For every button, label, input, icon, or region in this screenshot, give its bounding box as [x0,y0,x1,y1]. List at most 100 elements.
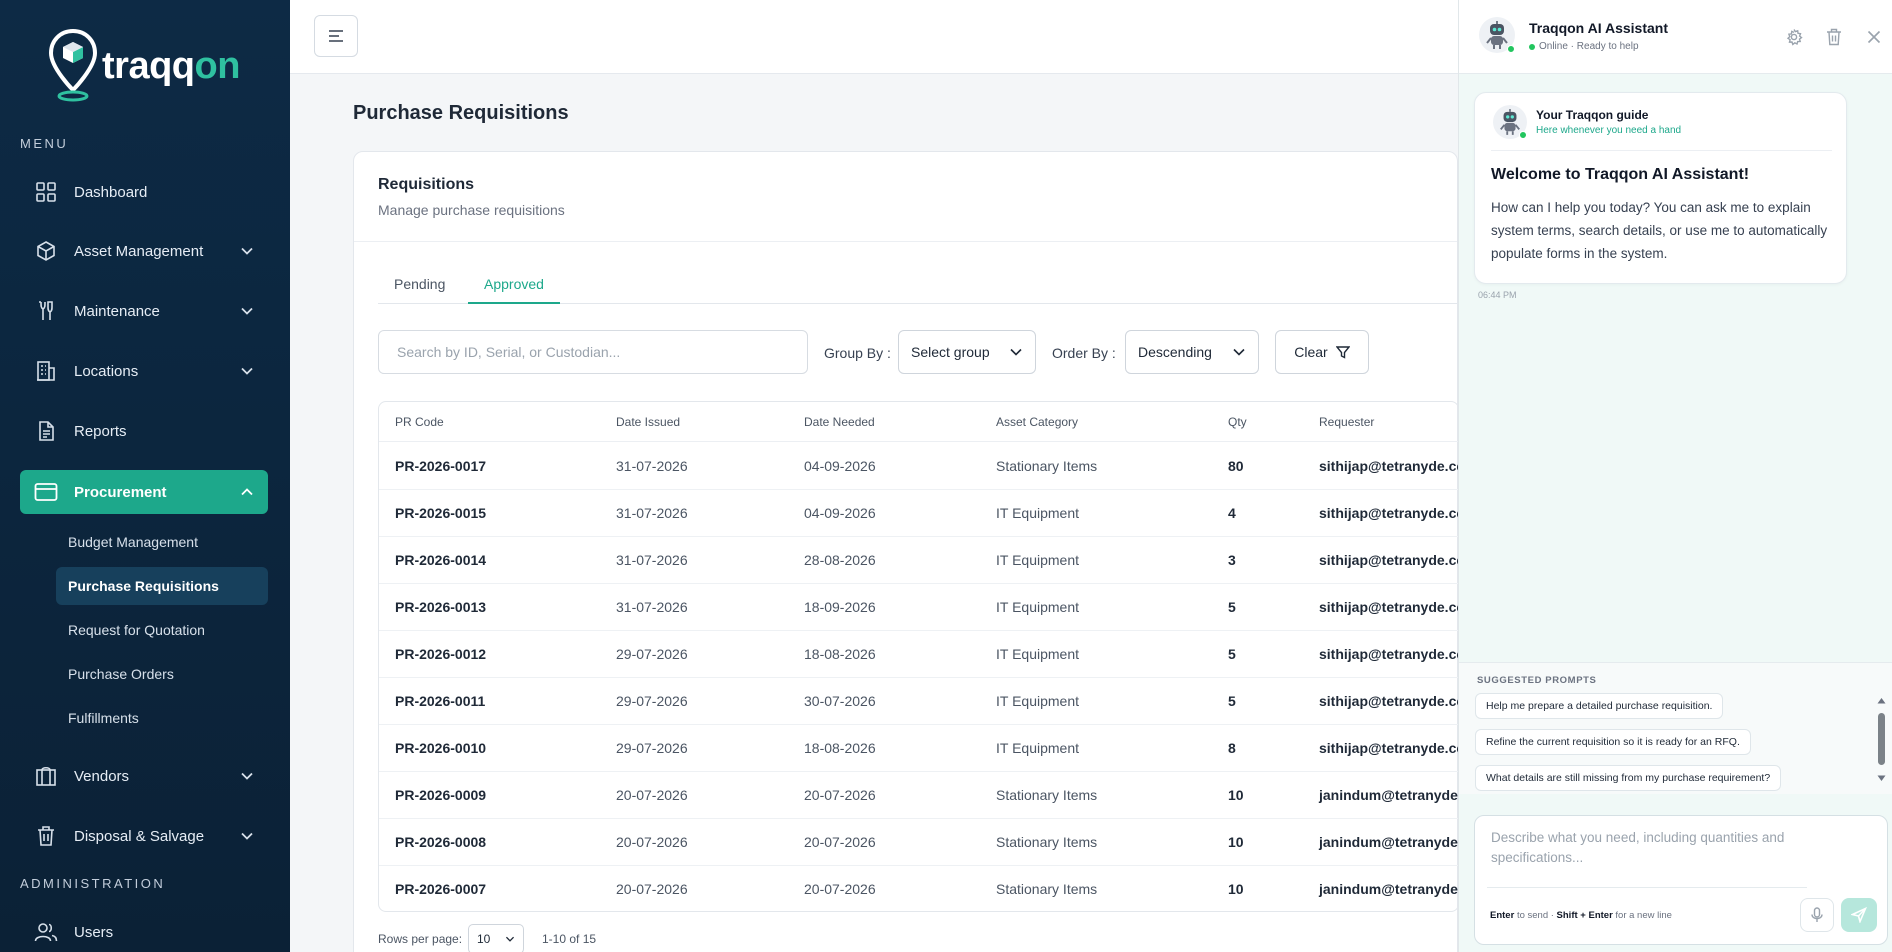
assistant-header: Traqqon AI Assistant Online · Ready to h… [1459,0,1892,74]
order-by-select[interactable]: Descending [1125,330,1259,374]
requester-cell: sithijap@tetranyde.com [1319,505,1458,521]
page-title: Purchase Requisitions [353,102,569,124]
date-issued-cell: 31-07-2026 [616,552,688,568]
brand-logo[interactable]: traqqon [48,28,240,104]
pr-code-cell: PR-2026-0013 [395,599,487,615]
tab-approved[interactable]: Approved [468,272,560,304]
pr-code-cell: PR-2026-0015 [395,505,487,521]
assistant-settings-button[interactable] [1783,26,1805,48]
scroll-up-icon[interactable] [1877,697,1886,704]
sidebar-item-procurement[interactable]: Procurement [20,470,268,514]
chat-composer: Enter to send · Shift + Enter for a new … [1474,815,1888,945]
sidebar-item-vendors[interactable]: Vendors [20,754,268,798]
table-row[interactable]: PR-2026-0007 20-07-2026 20-07-2026 Stationa… [379,866,1458,911]
requester-cell: sithijap@tetranyde.com [1319,552,1458,568]
brand-wordmark: traqqon [102,44,240,87]
guide-title: Your Traqqon guide [1536,108,1649,122]
date-needed-cell: 18-09-2026 [804,599,876,615]
welcome-title: Welcome to Traqqon AI Assistant! [1491,166,1750,183]
sidebar-item-disposal-salvage[interactable]: Disposal & Salvage [20,814,268,858]
date-issued-cell: 29-07-2026 [616,740,688,756]
table-row[interactable]: PR-2026-0017 31-07-2026 04-09-2026 Stationa… [379,443,1458,490]
column-header-date-issued[interactable]: Date Issued [616,415,680,429]
administration-section-label: ADMINISTRATION [20,876,166,891]
bot-avatar [1479,17,1515,53]
scroll-down-icon[interactable] [1877,775,1886,782]
date-needed-cell: 04-09-2026 [804,458,876,474]
ai-assistant-panel: Traqqon AI Assistant Online · Ready to h… [1458,0,1892,952]
close-assistant-button[interactable] [1863,26,1885,48]
trash-icon [1827,28,1841,46]
column-header-requester[interactable]: Requester [1319,415,1374,429]
chat-input[interactable] [1491,828,1871,878]
sidebar: traqqon MENU Dashboard Asset Management … [0,0,290,952]
voice-input-button[interactable] [1800,898,1834,932]
clear-label: Clear [1294,344,1328,360]
prompt-chip[interactable]: Refine the current requisition so it is … [1475,729,1751,755]
clear-filters-button[interactable]: Clear [1275,330,1369,374]
asset-category-cell: Stationary Items [996,881,1098,897]
menu-toggle-button[interactable] [314,15,358,57]
table-row[interactable]: PR-2026-0009 20-07-2026 20-07-2026 Stationa… [379,772,1458,819]
table-row[interactable]: PR-2026-0015 31-07-2026 04-09-2026 IT Equip… [379,490,1458,537]
gear-icon [1786,29,1803,46]
table-row[interactable]: PR-2026-0011 29-07-2026 30-07-2026 IT Equip… [379,678,1458,725]
table-row[interactable]: PR-2026-0013 31-07-2026 18-09-2026 IT Equip… [379,584,1458,631]
table-row[interactable]: PR-2026-0010 29-07-2026 18-08-2026 IT Equip… [379,725,1458,772]
asset-category-cell: IT Equipment [996,552,1080,568]
date-needed-cell: 20-07-2026 [804,881,876,897]
clear-chat-button[interactable] [1823,26,1845,48]
sidebar-item-users[interactable]: Users [20,910,268,952]
sidebar-item-label: Procurement [74,483,167,501]
sidebar-subitem-purchase-requisitions[interactable]: Purchase Requisitions [56,567,268,605]
date-issued-cell: 20-07-2026 [616,834,688,850]
requester-cell: sithijap@tetranyde.com [1319,740,1458,756]
prompt-chip[interactable]: Help me prepare a detailed purchase requ… [1475,693,1724,719]
pr-code-cell: PR-2026-0012 [395,646,487,662]
sidebar-item-dashboard[interactable]: Dashboard [20,170,268,214]
sidebar-item-reports[interactable]: Reports [20,409,268,453]
status-tabs: Pending Approved [378,272,1459,304]
sidebar-item-locations[interactable]: Locations [20,349,268,393]
pr-code-cell: PR-2026-0014 [395,552,487,568]
sidebar-item-label: Disposal & Salvage [74,827,205,845]
sidebar-item-asset-management[interactable]: Asset Management [20,229,268,273]
asset-category-cell: IT Equipment [996,693,1080,709]
sidebar-item-maintenance[interactable]: Maintenance [20,289,268,333]
sidebar-subitem-fulfillments[interactable]: Fulfillments [56,699,268,737]
table-row[interactable]: PR-2026-0014 31-07-2026 28-08-2026 IT Equip… [379,537,1458,584]
column-header-asset-category[interactable]: Asset Category [996,415,1078,429]
chevron-up-icon [241,488,253,496]
rows-per-page-select[interactable]: 10 [468,924,524,952]
column-header-pr-code[interactable]: PR Code [395,415,444,429]
pagination-range: 1-10 of 15 [542,932,597,946]
prompts-scrollbar-thumb[interactable] [1878,713,1885,765]
tab-pending[interactable]: Pending [378,272,461,304]
requester-cell: sithijap@tetranyde.com [1319,693,1458,709]
sidebar-subitem-request-for-quotation[interactable]: Request for Quotation [56,611,268,649]
pr-code-cell: PR-2026-0010 [395,740,487,756]
sidebar-subitem-budget-management[interactable]: Budget Management [56,523,268,561]
card-title: Requisitions [378,176,475,193]
asset-category-cell: IT Equipment [996,646,1080,662]
column-header-date-needed[interactable]: Date Needed [804,415,875,429]
table-row[interactable]: PR-2026-0008 20-07-2026 20-07-2026 Stationa… [379,819,1458,866]
date-issued-cell: 29-07-2026 [616,693,688,709]
welcome-body: How can I help you today? You can ask me… [1491,200,1828,261]
table-row[interactable]: PR-2026-0012 29-07-2026 18-08-2026 IT Equip… [379,631,1458,678]
table-header: PR Code Date Issued Date Needed Asset Ca… [379,402,1458,442]
message-timestamp: 06:44 PM [1478,290,1517,300]
sidebar-subitem-purchase-orders[interactable]: Purchase Orders [56,655,268,693]
date-issued-cell: 31-07-2026 [616,505,688,521]
send-button[interactable] [1841,898,1877,932]
status-dot [1529,43,1535,50]
requester-cell: janindum@tetranyde.com [1319,787,1458,803]
column-header-qty[interactable]: Qty [1228,415,1247,429]
prompt-chip[interactable]: What details are still missing from my p… [1475,765,1782,791]
menu-section-label: MENU [20,136,69,151]
composer-divider [1487,887,1807,888]
group-by-label: Group By : [824,345,891,361]
sidebar-item-label: Locations [74,362,139,380]
group-by-select[interactable]: Select group [898,330,1036,374]
search-input[interactable] [378,330,808,374]
